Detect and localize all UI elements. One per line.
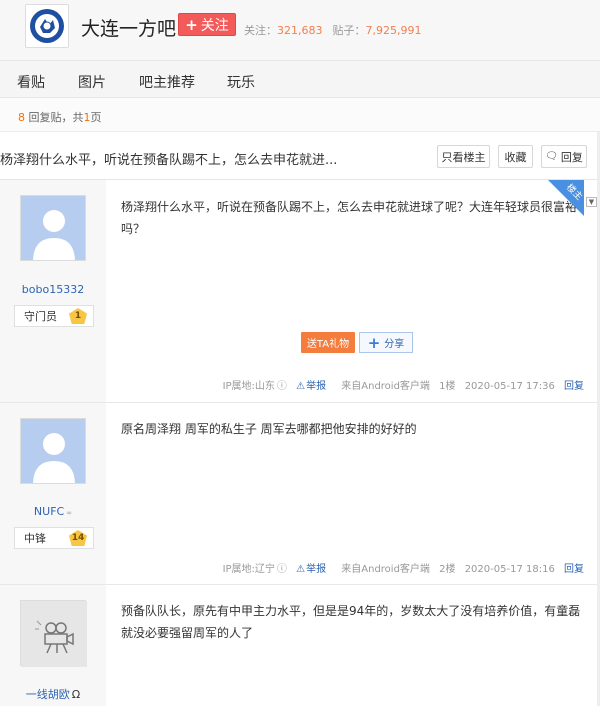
post-author-panel: bobo15332 守门员 1 [0,180,106,402]
share-button[interactable]: + 分享 [359,332,413,353]
post-content: 预备队队长，原先有中甲主力水平，但是是94年的，岁数太大了没有培养价值，有童磊就… [121,604,581,640]
default-avatar-icon [21,196,85,260]
forum-nav: 看贴 图片 吧主推荐 玩乐 [0,60,600,98]
floor-number: 1楼 [439,381,456,392]
plus-icon: + [185,15,198,34]
nav-item-pictures[interactable]: 图片 [78,72,106,92]
level-badge: 1 [69,308,87,324]
collect-button[interactable]: 收藏 [498,145,533,168]
post-tail: IP属地:辽宁 ⓘ ⚠举报 来自Android客户端 2楼 2020-05-17 … [217,560,584,575]
default-avatar-icon [21,419,85,483]
forum-stats: 关注：321,683 贴子：7,925,991 [244,22,421,38]
username[interactable]: bobo15332 [0,283,106,296]
avatar[interactable] [20,195,86,261]
nav-item-recommend[interactable]: 吧主推荐 [139,72,195,92]
post-time: 2020-05-17 17:36 [464,381,555,392]
forum-header: 大连一方吧 + 关注 关注：321,683 贴子：7,925,991 [0,0,600,60]
thread-title-bar: 杨泽翔什么水平，听说在预备队踢不上，怎么去申花就进... 只看楼主 收藏 🗨 回… [0,132,600,180]
report-link[interactable]: ⚠举报 [296,564,326,575]
follow-button[interactable]: + 关注 [178,13,236,36]
post-menu-icon[interactable]: ▼ [586,197,597,207]
nav-item-posts[interactable]: 看贴 [17,72,45,92]
followers-label: 关注： [244,24,277,37]
post-content: 杨泽翔什么水平，听说在预备队踢不上，怎么去申花就进球了呢？大连年轻球员很富裕吗？ [121,200,578,236]
forum-name[interactable]: 大连一方吧 [81,14,176,41]
post-tail: IP属地:山东 ⓘ ⚠举报 来自Android客户端 1楼 2020-05-17 … [217,377,584,392]
thread-title: 杨泽翔什么水平，听说在预备队踢不上，怎么去申花就进... [0,153,338,168]
post-author-panel: 一线胡欧 Ω [0,585,106,706]
post-time: 2020-05-17 18:16 [464,564,555,575]
posts-count: 7,925,991 [365,24,422,37]
avatar[interactable] [20,600,87,667]
reply-link[interactable]: 回复 [564,564,584,575]
member-badge[interactable]: 中锋 14 [14,527,94,549]
client-source[interactable]: 来自Android客户端 [335,564,430,575]
omega-icon: Ω [71,688,81,701]
floor-number: 2楼 [439,564,456,575]
only-op-button[interactable]: 只看楼主 [437,145,490,168]
avatar[interactable] [20,418,86,484]
follow-label: 关注 [200,17,229,34]
post-content: 原名周泽翔 周军的私生子 周军去哪都把他安排的好好的 [121,422,417,436]
comment-icon: 🗨 [545,151,558,162]
forum-logo[interactable] [25,4,69,48]
reply-button[interactable]: 🗨 回复 [541,145,587,168]
followers-count: 321,683 [277,24,323,37]
reply-count: 8 回复贴，共1页 [18,111,102,124]
forum-logo-icon [27,6,67,46]
help-icon: ⓘ [276,564,287,575]
username[interactable]: NUFC ∞ [0,505,106,518]
nav-item-fun[interactable]: 玩乐 [227,72,255,92]
post-1: bobo15332 守门员 1 杨泽翔什么水平，听说在预备队踢不上，怎么去申花就… [0,180,600,403]
username[interactable]: 一线胡欧 Ω [0,686,106,702]
reply-link[interactable]: 回复 [564,381,584,392]
post-3: 一线胡欧 Ω 预备队队长，原先有中甲主力水平，但是是94年的，岁数太大了没有培养价… [0,585,600,706]
ip-location: IP属地:山东 [222,381,275,392]
reply-pager: 8 回复贴，共1页 [0,98,600,132]
send-gift-button[interactable]: 送TA礼物 [301,332,355,353]
vip-icon: ∞ [66,509,73,517]
camera-avatar-icon [21,601,87,667]
share-plus-icon: + [367,333,381,352]
post-author-panel: NUFC ∞ 中锋 14 [0,403,106,584]
level-badge: 14 [69,530,87,546]
help-icon: ⓘ [276,381,287,392]
post-2: NUFC ∞ 中锋 14 原名周泽翔 周军的私生子 周军去哪都把他安排的好好的 I… [0,403,600,585]
report-link[interactable]: ⚠举报 [296,381,326,392]
ip-location: IP属地:辽宁 [222,564,275,575]
posts-label: 贴子： [332,24,366,37]
client-source[interactable]: 来自Android客户端 [335,381,430,392]
member-badge[interactable]: 守门员 1 [14,305,94,327]
